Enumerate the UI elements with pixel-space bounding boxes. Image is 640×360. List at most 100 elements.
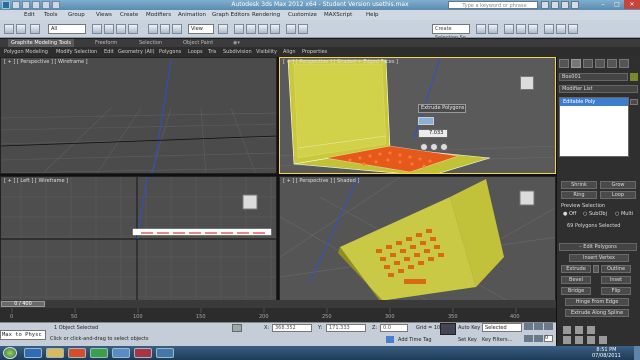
- loop-button[interactable]: Loop: [600, 191, 636, 199]
- angle-snap-icon[interactable]: [246, 24, 256, 34]
- panel-geometry-all[interactable]: Geometry (All): [118, 47, 155, 57]
- motion-tab-icon[interactable]: [595, 59, 605, 68]
- menu-views[interactable]: Views: [96, 10, 112, 20]
- panel-align[interactable]: Align: [283, 47, 296, 57]
- utilities-tab-icon[interactable]: [619, 59, 629, 68]
- key-filters-button[interactable]: Key Filters...: [482, 337, 512, 343]
- preview-multi-radio[interactable]: ○ Multi: [615, 211, 633, 217]
- zoom-icon[interactable]: [563, 326, 571, 334]
- ring-button[interactable]: Ring: [561, 191, 597, 199]
- orbit-icon[interactable]: [587, 336, 595, 344]
- menu-create[interactable]: Create: [120, 10, 138, 20]
- spinner-snap-icon[interactable]: [270, 24, 280, 34]
- panel-visibility[interactable]: Visibility: [256, 47, 277, 57]
- set-key-mode-icon[interactable]: [440, 323, 456, 335]
- menu-animation[interactable]: Animation: [178, 10, 206, 20]
- maxscript-listener[interactable]: Max to Physc: [0, 330, 46, 340]
- menu-modifiers[interactable]: Modifiers: [146, 10, 171, 20]
- panel-edit[interactable]: Edit: [104, 47, 114, 57]
- z-coordinate[interactable]: 0.0: [380, 324, 408, 332]
- zoom-all-icon[interactable]: [575, 326, 583, 334]
- insert-vertex-button[interactable]: Insert Vertex: [569, 254, 629, 262]
- help-icon[interactable]: [571, 1, 579, 9]
- panel-tris[interactable]: Tris: [208, 47, 216, 57]
- pivot-center-icon[interactable]: [218, 24, 228, 34]
- zoom-extents-icon[interactable]: [587, 326, 595, 334]
- viewport-perspective-wireframe[interactable]: [ + ] [ Perspective ] [ Wireframe ]: [0, 57, 277, 174]
- auto-key-button[interactable]: Auto Key: [458, 325, 480, 331]
- start-button[interactable]: [3, 347, 17, 359]
- set-key-button[interactable]: Set Key: [458, 337, 477, 343]
- auto-key-filter-dropdown[interactable]: Selected: [482, 323, 522, 332]
- favorites-icon[interactable]: [561, 1, 569, 9]
- recorder-icon[interactable]: [134, 348, 152, 358]
- outline-button[interactable]: Outline: [601, 265, 631, 273]
- render-setup-icon[interactable]: [544, 24, 554, 34]
- viewport-label[interactable]: [ + ] [ Perspective ] [ Wireframe ]: [4, 59, 88, 65]
- schematic-view-icon[interactable]: [516, 24, 526, 34]
- preview-off-radio[interactable]: ● Off: [563, 211, 576, 217]
- shrink-button[interactable]: Shrink: [561, 181, 597, 189]
- extrude-button[interactable]: Extrude: [561, 265, 591, 273]
- track-bar[interactable]: 0 50 100 150 200 250 300 350 400: [0, 308, 556, 322]
- communication-center-icon[interactable]: [551, 1, 559, 9]
- maximize-button[interactable]: □: [610, 0, 624, 9]
- percent-snap-icon[interactable]: [258, 24, 268, 34]
- rotate-icon[interactable]: [160, 24, 170, 34]
- selection-filter-dropdown[interactable]: All: [48, 24, 86, 34]
- bevel-button[interactable]: Bevel: [561, 276, 591, 284]
- mirror-icon[interactable]: [286, 24, 296, 34]
- menu-rendering[interactable]: Rendering: [252, 10, 280, 20]
- go-to-end-icon[interactable]: [534, 334, 543, 342]
- menu-tools[interactable]: Tools: [44, 10, 58, 20]
- tab-selection[interactable]: Selection: [136, 39, 165, 47]
- select-object-icon[interactable]: [92, 24, 102, 34]
- menu-graph-editors[interactable]: Graph Editors: [212, 10, 250, 20]
- apply-icon[interactable]: [430, 143, 438, 151]
- graphite-toggle-icon[interactable]: [488, 24, 498, 34]
- system-clock[interactable]: 8:51 PM 07/08/2011: [592, 347, 621, 359]
- hierarchy-tab-icon[interactable]: [583, 59, 593, 68]
- play-icon[interactable]: [544, 323, 553, 330]
- flip-button[interactable]: Flip: [601, 287, 631, 295]
- grow-button[interactable]: Grow: [600, 181, 636, 189]
- pan-icon[interactable]: [575, 336, 583, 344]
- 3dsmax-taskbar-icon[interactable]: [112, 348, 130, 358]
- viewport-left-wireframe[interactable]: [ + ] [ Left ] [ Wireframe ]: [0, 176, 277, 301]
- window-crossing-icon[interactable]: [128, 24, 138, 34]
- panel-modify-selection[interactable]: Modify Selection: [56, 47, 97, 57]
- bridge-button[interactable]: Bridge: [561, 287, 591, 295]
- extrude-type-dropdown[interactable]: [418, 117, 434, 125]
- current-frame-field[interactable]: 0: [544, 334, 553, 342]
- search-icon[interactable]: [541, 1, 549, 9]
- pin-stack-icon[interactable]: [630, 99, 638, 105]
- curve-editor-icon[interactable]: [504, 24, 514, 34]
- panel-properties[interactable]: Properties: [302, 47, 327, 57]
- menu-help[interactable]: Help: [366, 10, 379, 20]
- scale-icon[interactable]: [172, 24, 182, 34]
- named-selection-set-dropdown[interactable]: Create Selection Se: [432, 24, 470, 41]
- app-icon[interactable]: [156, 348, 174, 358]
- minimize-button[interactable]: –: [596, 0, 610, 9]
- menu-group[interactable]: Group: [68, 10, 85, 20]
- extrude-height-field[interactable]: 7.033: [418, 129, 448, 138]
- panel-subdivision[interactable]: Subdivision: [223, 47, 252, 57]
- panel-polygons[interactable]: Polygons: [159, 47, 181, 57]
- tab-freeform[interactable]: Freeform: [92, 39, 120, 47]
- render-production-icon[interactable]: [568, 24, 578, 34]
- move-icon[interactable]: [148, 24, 158, 34]
- ribbon-options-icon[interactable]: ◉▾: [230, 39, 243, 47]
- ok-icon[interactable]: [420, 143, 428, 151]
- field-of-view-icon[interactable]: [563, 336, 571, 344]
- viewport-perspective-edged[interactable]: [ + ] [ Perspective ] [ Shaded + Edged F…: [279, 57, 556, 174]
- viewport-label[interactable]: [ + ] [ Left ] [ Wireframe ]: [4, 178, 68, 184]
- time-slider-knob[interactable]: 0 / 400: [1, 301, 45, 307]
- media-player-icon[interactable]: [68, 348, 86, 358]
- modifier-list-dropdown[interactable]: Modifier List: [559, 85, 638, 93]
- material-editor-icon[interactable]: [528, 24, 538, 34]
- select-by-name-icon[interactable]: [104, 24, 114, 34]
- show-desktop-button[interactable]: [634, 346, 640, 360]
- stack-item-editable-poly[interactable]: Editable Poly: [560, 98, 628, 106]
- display-tab-icon[interactable]: [607, 59, 617, 68]
- previous-frame-icon[interactable]: [534, 323, 543, 330]
